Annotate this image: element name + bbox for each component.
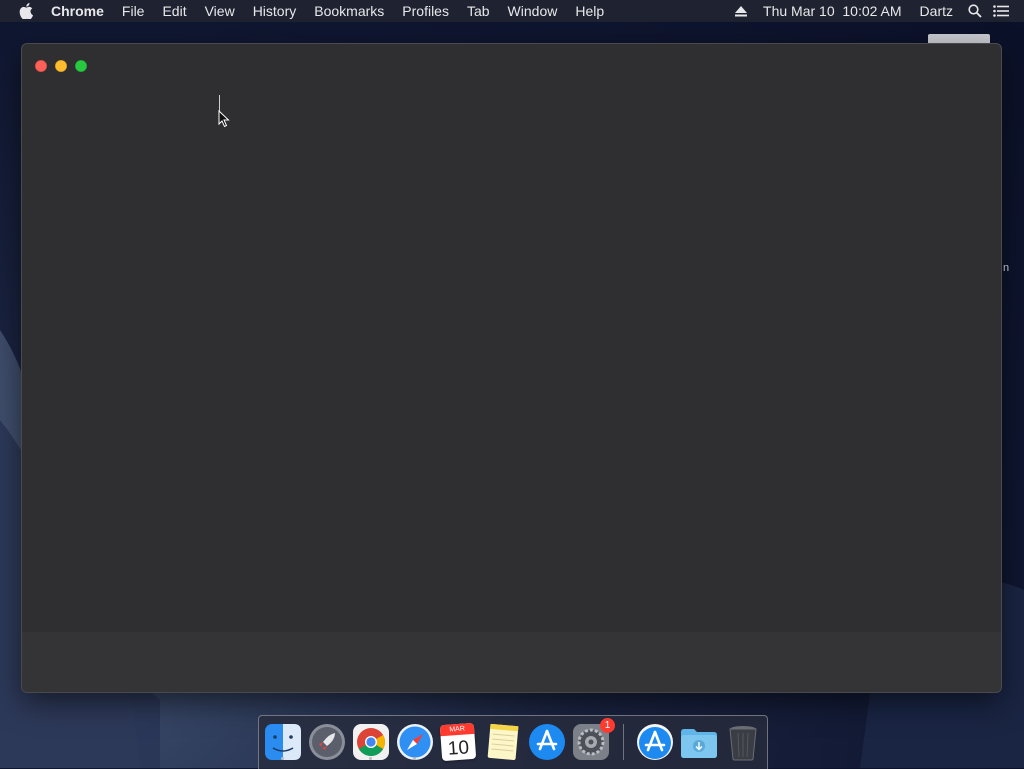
desktop-item-label: n xyxy=(1003,262,1010,274)
minimize-button[interactable] xyxy=(55,60,67,72)
chrome-window[interactable] xyxy=(22,44,1001,692)
notes-icon xyxy=(487,723,519,760)
dock-chrome[interactable] xyxy=(351,722,391,762)
dock-calendar[interactable]: MAR 10 xyxy=(439,722,479,762)
launchpad-rocket-icon xyxy=(309,724,345,760)
spotlight-search-icon[interactable] xyxy=(962,0,988,22)
notification-center-icon[interactable] xyxy=(988,0,1014,22)
menu-file[interactable]: File xyxy=(113,0,154,22)
dock-app-store-downloads[interactable] xyxy=(635,722,675,762)
running-indicator xyxy=(281,757,284,760)
dock-trash[interactable] xyxy=(723,722,763,762)
menu-view[interactable]: View xyxy=(196,0,244,22)
mouse-pointer-icon xyxy=(218,110,230,128)
dock: MAR 10 1 xyxy=(258,715,768,769)
menu-app-chrome[interactable]: Chrome xyxy=(42,0,113,22)
dock-safari[interactable] xyxy=(395,722,435,762)
apple-menu-icon[interactable] xyxy=(18,0,34,22)
desktop-drive-icon[interactable] xyxy=(928,34,990,44)
notification-badge: 1 xyxy=(600,718,615,733)
dock-finder[interactable] xyxy=(263,722,303,762)
dock-notes[interactable] xyxy=(483,722,523,762)
calendar-day: 10 xyxy=(447,737,470,760)
menu-clock[interactable]: Thu Mar 10 10:02 AM xyxy=(754,0,911,22)
chrome-icon xyxy=(353,724,389,760)
dock-system-preferences[interactable]: 1 xyxy=(571,718,615,762)
window-controls xyxy=(35,60,87,72)
menu-tab[interactable]: Tab xyxy=(458,0,499,22)
menu-help[interactable]: Help xyxy=(566,0,613,22)
menu-window[interactable]: Window xyxy=(499,0,567,22)
menu-edit[interactable]: Edit xyxy=(153,0,195,22)
dock-separator xyxy=(623,724,624,760)
menu-bar: Chrome File Edit View History Bookmarks … xyxy=(0,0,1024,22)
window-bottom-area xyxy=(22,632,1001,692)
folder-download-icon xyxy=(681,729,717,758)
eject-icon[interactable] xyxy=(728,0,754,22)
app-store-icon xyxy=(637,724,673,760)
menu-user[interactable]: Dartz xyxy=(911,0,962,22)
dock-app-store[interactable] xyxy=(527,722,567,762)
menu-bookmarks[interactable]: Bookmarks xyxy=(305,0,393,22)
close-button[interactable] xyxy=(35,60,47,72)
safari-compass-icon xyxy=(397,724,433,760)
menu-history[interactable]: History xyxy=(244,0,306,22)
dock-launchpad[interactable] xyxy=(307,722,347,762)
zoom-button[interactable] xyxy=(75,60,87,72)
running-indicator xyxy=(413,757,416,760)
menu-profiles[interactable]: Profiles xyxy=(393,0,458,22)
finder-icon xyxy=(265,724,301,760)
calendar-icon: MAR 10 xyxy=(439,722,477,762)
running-indicator xyxy=(369,757,372,760)
app-store-icon xyxy=(529,724,565,760)
dock-downloads-folder[interactable] xyxy=(679,722,719,762)
trash-icon xyxy=(729,726,757,761)
